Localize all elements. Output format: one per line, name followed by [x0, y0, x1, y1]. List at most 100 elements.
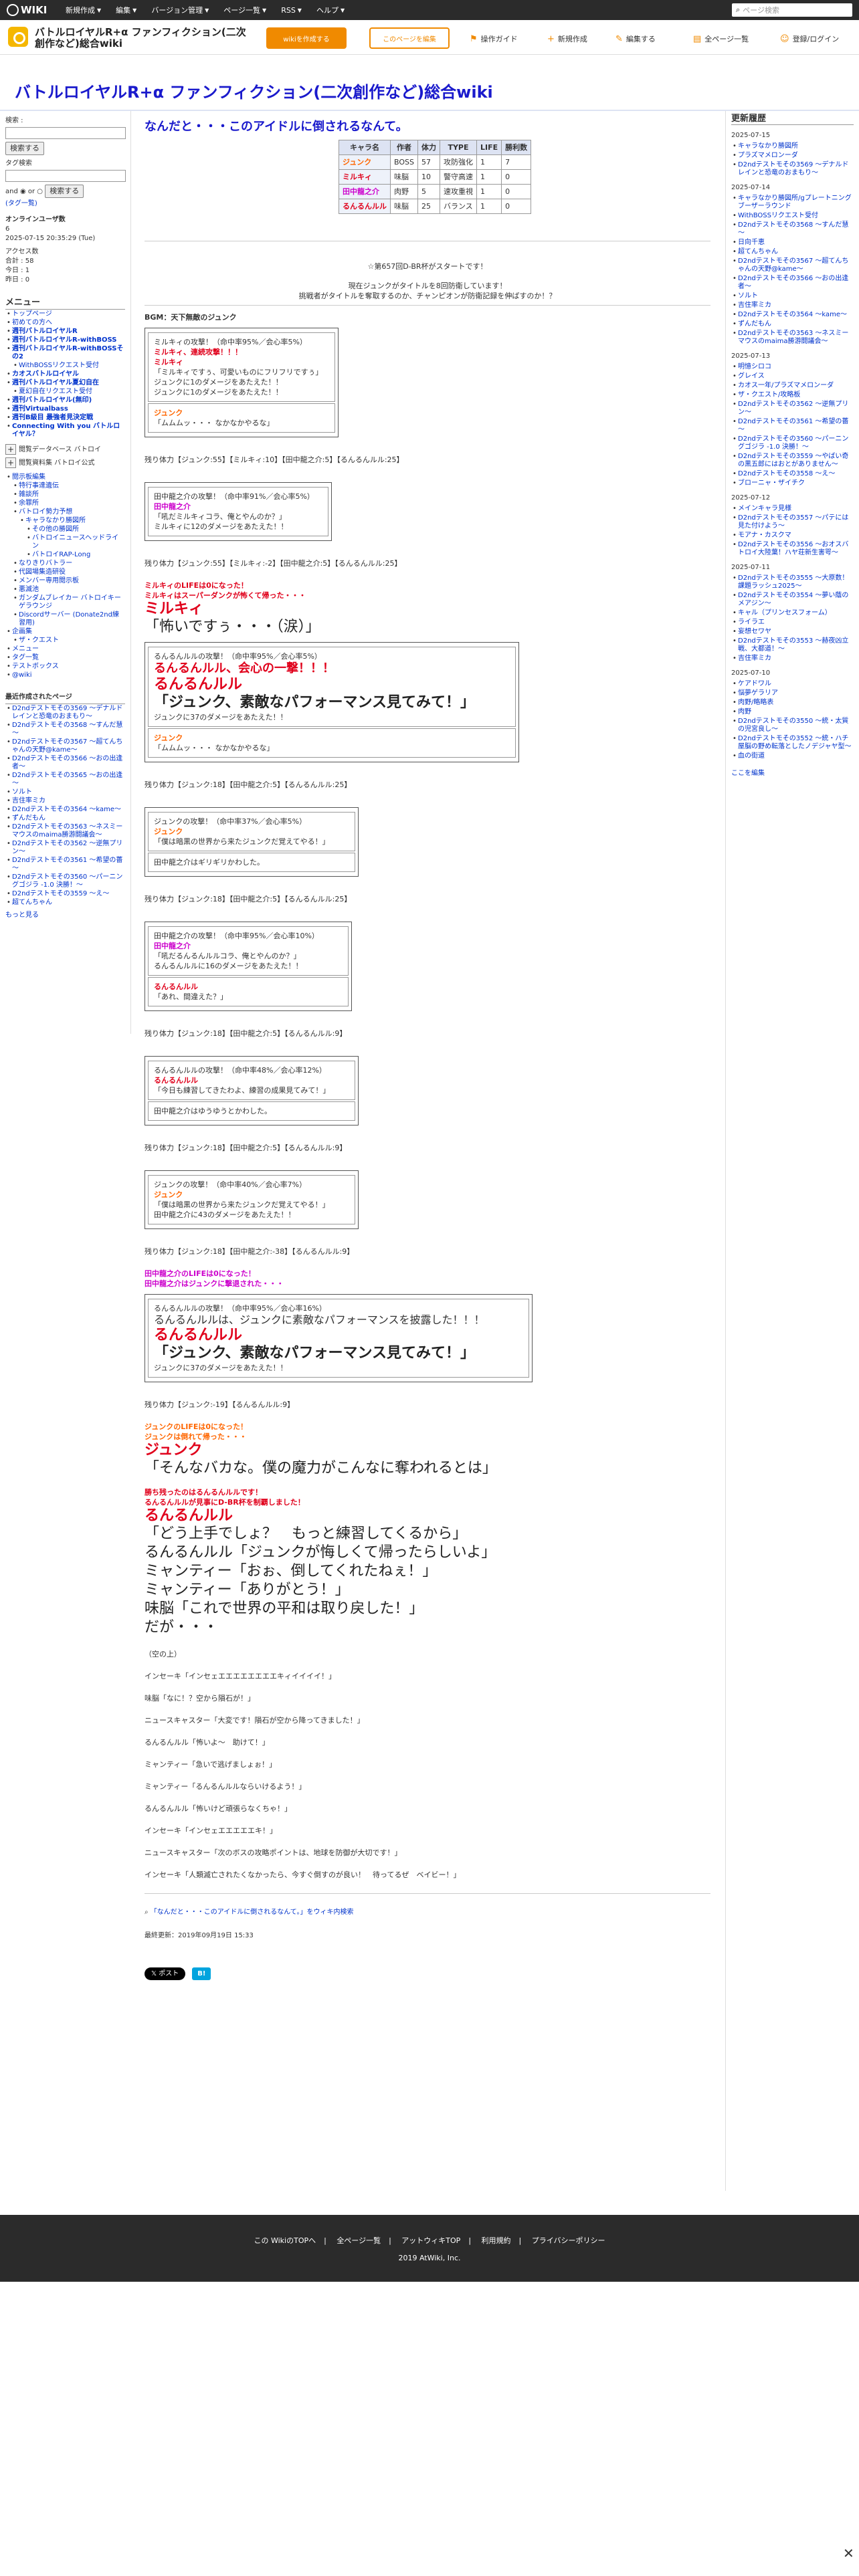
- wiki-search-link-text[interactable]: 「なんだと・・・このアイドルに倒されるなんて。」をウィキ内検索: [151, 1909, 354, 1916]
- history-link[interactable]: 吉住率ミカ: [738, 302, 771, 309]
- history-link[interactable]: 超てんちゃん: [738, 248, 778, 255]
- footer-link[interactable]: 利用規約: [482, 2236, 511, 2245]
- history-link[interactable]: D2ndテストモその3561 ～希望の薔～: [738, 418, 848, 433]
- history-link[interactable]: ソルト: [738, 292, 758, 300]
- history-link[interactable]: D2ndテストモその3568 ～すんだ慧～: [738, 221, 848, 237]
- recent-page-link[interactable]: D2ndテストモその3559 ～え～: [12, 890, 109, 897]
- menu-edit[interactable]: 編集 ▼: [116, 5, 136, 15]
- history-link[interactable]: D2ndテストモその3563 ～ネスミーマウスのmaima勝游闘議会～: [738, 330, 848, 345]
- history-link[interactable]: D2ndテストモその3564 ～kame～: [738, 311, 847, 318]
- menu-link[interactable]: 初めての方へ: [12, 319, 52, 326]
- history-link[interactable]: D2ndテストモその3567 ～超てんちゃんの天野@kame～: [738, 257, 848, 273]
- submenu-link[interactable]: ザ・クエスト: [19, 637, 59, 644]
- footer-link[interactable]: この WikiのTOPへ: [254, 2236, 316, 2245]
- atwiki-logo[interactable]: WIKI: [0, 4, 66, 16]
- recent-page-link[interactable]: D2ndテストモその3560 ～パーニングゴジラ -1.0 決勝！～: [12, 873, 122, 889]
- history-link[interactable]: D2ndテストモその3554 ～夢い蔭のメアジン～: [738, 592, 848, 607]
- menu-link[interactable]: 週刊バトルロイヤルR: [12, 328, 78, 335]
- tag-search-button[interactable]: 検索する: [45, 185, 84, 198]
- history-link[interactable]: D2ndテストモその3566 ～おの出逢者～: [738, 275, 848, 290]
- submenu-link[interactable]: バトロイニュースヘッドライン: [32, 534, 118, 550]
- submenu-link[interactable]: ガンダムブレイカー バトロイキーゲラウンジ: [19, 595, 121, 610]
- recent-page-link[interactable]: 超てんちゃん: [12, 899, 52, 906]
- menu-pages[interactable]: ページ一覧 ▼: [223, 5, 266, 15]
- recent-page-link[interactable]: D2ndテストモその3569 ～デナルドレインと恐竜のおまもり～: [12, 705, 122, 720]
- menu-link[interactable]: 週刊バトルロイヤル夏幻自在: [12, 379, 99, 387]
- history-link[interactable]: キャル（プリンセスフォーム）: [738, 609, 832, 617]
- history-link[interactable]: ブローニャ・ザイチク: [738, 479, 805, 487]
- submenu-link[interactable]: メニュー: [12, 645, 39, 653]
- menu-link[interactable]: トップページ: [12, 310, 52, 318]
- submenu-link[interactable]: 企画集: [12, 628, 32, 635]
- history-link[interactable]: グレイス: [738, 372, 765, 380]
- footer-link[interactable]: 全ページ一覧: [337, 2236, 381, 2245]
- history-link[interactable]: D2ndテストモその3560 ～パーニングゴジラ -1.0 決勝！～: [738, 435, 848, 451]
- submenu-link[interactable]: メンバー専用閲示板: [19, 577, 79, 584]
- history-link[interactable]: ケアドワル: [738, 680, 771, 687]
- submenu-link[interactable]: 特行事達遺伝: [19, 482, 59, 490]
- menu-link[interactable]: カオスバトルロイヤル: [12, 370, 79, 378]
- history-link[interactable]: モアナ・カスクマ: [738, 532, 791, 539]
- page-search-input[interactable]: ⌕ ページ検索: [732, 3, 852, 17]
- recent-page-link[interactable]: D2ndテストモその3566 ～おの出逢者～: [12, 755, 122, 770]
- submenu-link[interactable]: キャラなかり勝図所: [25, 517, 86, 524]
- wiki-title[interactable]: バトルロイヤルR+α ファンフィクション(二次創作など)総合wiki: [15, 79, 493, 102]
- wiki-search-link[interactable]: ⌕ 「なんだと・・・このアイドルに倒されるなんて。」をウィキ内検索: [145, 1907, 710, 1917]
- history-link[interactable]: 明憶シロコ: [738, 363, 771, 370]
- submenu-link[interactable]: 代図場集造研役: [19, 568, 66, 576]
- history-link[interactable]: D2ndテストモその3556 ～おオスバトロイ大陸葉！ハヤ荘新生害咢～: [738, 541, 848, 556]
- submenu-link[interactable]: バトロイRAP-Long: [32, 551, 90, 558]
- history-link[interactable]: ザ・クエスト/攻略板: [738, 391, 800, 399]
- history-link[interactable]: D2ndテストモその3555 ～大原数！課題ラッシュ2025～: [738, 574, 848, 590]
- wiki-logo-icon[interactable]: [8, 27, 28, 47]
- menu-link[interactable]: 週刊バトルロイヤルR-withBOSS: [12, 336, 117, 344]
- history-link[interactable]: 吉住率ミカ: [738, 655, 771, 662]
- history-link[interactable]: 血の街道: [738, 752, 765, 760]
- login-link[interactable]: ☺ 登録/ログイン: [780, 33, 839, 44]
- submenu-link[interactable]: バトロイ勢力予想: [19, 508, 72, 516]
- submenu-link[interactable]: Discordサーバー (Donate2nd練習用): [19, 611, 119, 627]
- create-wiki-button[interactable]: wikiを作成する: [266, 27, 347, 49]
- submenu-link[interactable]: タグ一覧: [12, 654, 39, 661]
- menu-link[interactable]: Connecting With you バトルロイヤル？: [12, 423, 120, 438]
- x-post-button[interactable]: 𝕏 ポスト: [145, 1967, 186, 1980]
- history-link[interactable]: 日向千恵: [738, 239, 765, 246]
- history-link[interactable]: キャラなかり勝図所/gプレートニングブーザーラウンド: [738, 195, 852, 210]
- history-link[interactable]: プラズマメロンーダ: [738, 152, 798, 159]
- wiki-search-input[interactable]: [5, 127, 126, 139]
- menu-link[interactable]: 週刊B級目 最強者見決定戦: [12, 414, 93, 421]
- recent-page-link[interactable]: ずんだもん: [12, 815, 45, 822]
- recent-page-link[interactable]: D2ndテストモその3565 ～おの出逢～: [12, 772, 122, 787]
- history-link[interactable]: 肉野: [738, 708, 751, 716]
- history-link[interactable]: カオス一年/プラズマメロンーダ: [738, 382, 834, 389]
- menu-link[interactable]: WithBOSSリクエスト受付: [19, 362, 99, 369]
- submenu-link[interactable]: 雑談所: [19, 491, 39, 498]
- recent-page-link[interactable]: 吉住率ミカ: [12, 797, 45, 804]
- menu-rss[interactable]: RSS ▼: [281, 6, 302, 15]
- guide-link[interactable]: ⚑ 操作ガイド: [470, 33, 518, 44]
- close-icon[interactable]: ✕: [843, 2545, 854, 2561]
- submenu-link[interactable]: 閲示板編集: [12, 473, 45, 481]
- recent-page-link[interactable]: D2ndテストモその3564 ～kame～: [12, 806, 121, 813]
- footer-link[interactable]: アットウィキTOP: [401, 2236, 460, 2245]
- recent-page-link[interactable]: D2ndテストモその3562 ～逆無プリン～: [12, 840, 122, 855]
- history-link[interactable]: ずんだもん: [738, 320, 771, 328]
- menu-help[interactable]: ヘルプ ▼: [316, 5, 345, 15]
- history-link[interactable]: 妄想セワヤ: [738, 628, 771, 635]
- history-link[interactable]: D2ndテストモその3562 ～逆無プリン～: [738, 401, 848, 416]
- submenu-link[interactable]: その他の勝図所: [32, 526, 79, 533]
- menu-link[interactable]: 週刊Virtualbass: [12, 405, 68, 413]
- edit-link[interactable]: ✎ 編集する: [615, 33, 656, 44]
- history-link[interactable]: メインキャラ見様: [738, 505, 791, 512]
- history-link[interactable]: D2ndテストモその3552 ～統・ハチ屋脳の野め転落としたノデジャヤ型～: [738, 735, 852, 750]
- and-or-radio[interactable]: and ◉ or ○: [5, 188, 43, 195]
- recent-page-link[interactable]: D2ndテストモその3568 ～すんだ慧～: [12, 722, 122, 737]
- submenu-link[interactable]: @wiki: [12, 671, 32, 679]
- menu-version[interactable]: バージョン管理 ▼: [151, 5, 209, 15]
- tag-search-input[interactable]: [5, 170, 126, 182]
- menu-link[interactable]: 週刊バトルロイヤルR-withBOSSその2: [12, 345, 124, 360]
- history-link[interactable]: D2ndテストモその3558 ～え～: [738, 470, 835, 477]
- history-link[interactable]: ライラエ: [738, 619, 765, 626]
- recent-page-link[interactable]: D2ndテストモその3563 ～ネスミーマウスのmaima勝游闘議会～: [12, 823, 122, 839]
- history-link[interactable]: 肉野/略略表: [738, 699, 773, 706]
